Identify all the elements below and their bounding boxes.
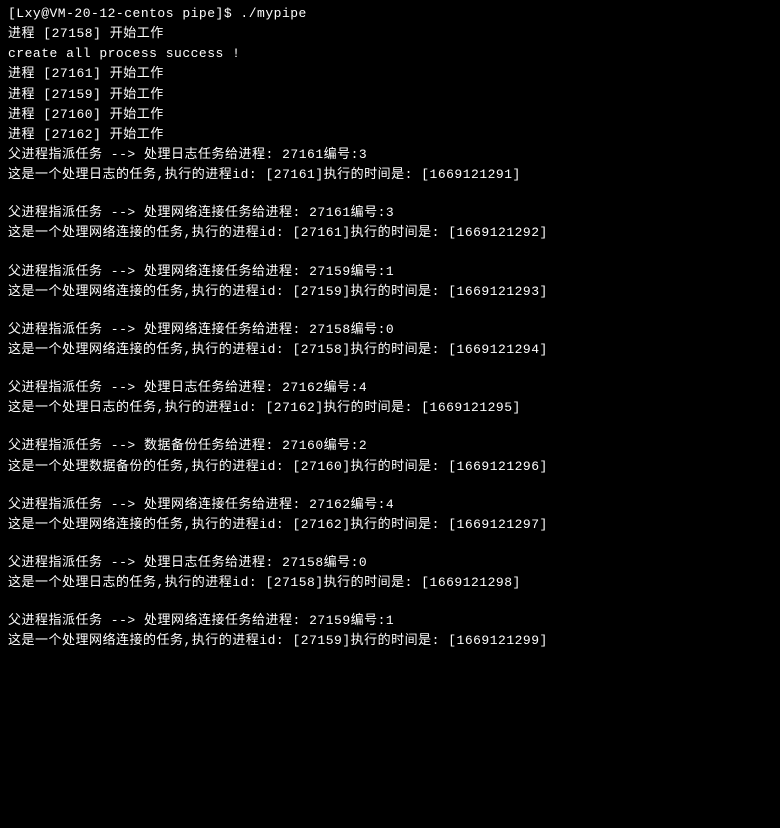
task-assign-line: 父进程指派任务 --> 数据备份任务给进程: 27160编号:2 [8,436,772,456]
task-assign-line: 父进程指派任务 --> 处理网络连接任务给进程: 27162编号:4 [8,495,772,515]
task-exec-line: 这是一个处理网络连接的任务,执行的进程id: [27158]执行的时间是: [1… [8,340,772,360]
process-start-line: 进程 [27159] 开始工作 [8,85,772,105]
task-block: 父进程指派任务 --> 处理日志任务给进程: 27158编号:0 这是一个处理日… [8,553,772,593]
task-exec-line: 这是一个处理日志的任务,执行的进程id: [27158]执行的时间是: [166… [8,573,772,593]
task-assign-line: 父进程指派任务 --> 处理网络连接任务给进程: 27158编号:0 [8,320,772,340]
task-exec-line: 这是一个处理网络连接的任务,执行的进程id: [27161]执行的时间是: [1… [8,223,772,243]
process-start-block: 进程 [27158] 开始工作 create all process succe… [8,24,772,145]
process-start-line: 进程 [27160] 开始工作 [8,105,772,125]
process-start-line: 进程 [27161] 开始工作 [8,64,772,84]
process-start-line: 进程 [27162] 开始工作 [8,125,772,145]
task-assign-line: 父进程指派任务 --> 处理日志任务给进程: 27158编号:0 [8,553,772,573]
task-exec-line: 这是一个处理日志的任务,执行的进程id: [27161]执行的时间是: [166… [8,165,772,185]
task-exec-line: 这是一个处理网络连接的任务,执行的进程id: [27159]执行的时间是: [1… [8,631,772,651]
task-exec-line: 这是一个处理数据备份的任务,执行的进程id: [27160]执行的时间是: [1… [8,457,772,477]
task-assign-line: 父进程指派任务 --> 处理日志任务给进程: 27161编号:3 [8,145,772,165]
task-assign-line: 父进程指派任务 --> 处理日志任务给进程: 27162编号:4 [8,378,772,398]
task-block: 父进程指派任务 --> 数据备份任务给进程: 27160编号:2 这是一个处理数… [8,436,772,476]
task-block: 父进程指派任务 --> 处理网络连接任务给进程: 27161编号:3 这是一个处… [8,203,772,243]
process-start-line: 进程 [27158] 开始工作 [8,24,772,44]
task-block: 父进程指派任务 --> 处理网络连接任务给进程: 27158编号:0 这是一个处… [8,320,772,360]
task-block: 父进程指派任务 --> 处理日志任务给进程: 27161编号:3 这是一个处理日… [8,145,772,185]
task-block: 父进程指派任务 --> 处理网络连接任务给进程: 27159编号:1 这是一个处… [8,611,772,651]
task-exec-line: 这是一个处理网络连接的任务,执行的进程id: [27159]执行的时间是: [1… [8,282,772,302]
shell-prompt[interactable]: [Lxy@VM-20-12-centos pipe]$ ./mypipe [8,4,772,24]
task-exec-line: 这是一个处理日志的任务,执行的进程id: [27162]执行的时间是: [166… [8,398,772,418]
task-block: 父进程指派任务 --> 处理网络连接任务给进程: 27159编号:1 这是一个处… [8,262,772,302]
process-start-line: create all process success ! [8,44,772,64]
task-block: 父进程指派任务 --> 处理日志任务给进程: 27162编号:4 这是一个处理日… [8,378,772,418]
task-exec-line: 这是一个处理网络连接的任务,执行的进程id: [27162]执行的时间是: [1… [8,515,772,535]
task-assign-line: 父进程指派任务 --> 处理网络连接任务给进程: 27159编号:1 [8,262,772,282]
task-block: 父进程指派任务 --> 处理网络连接任务给进程: 27162编号:4 这是一个处… [8,495,772,535]
task-assign-line: 父进程指派任务 --> 处理网络连接任务给进程: 27159编号:1 [8,611,772,631]
task-assign-line: 父进程指派任务 --> 处理网络连接任务给进程: 27161编号:3 [8,203,772,223]
